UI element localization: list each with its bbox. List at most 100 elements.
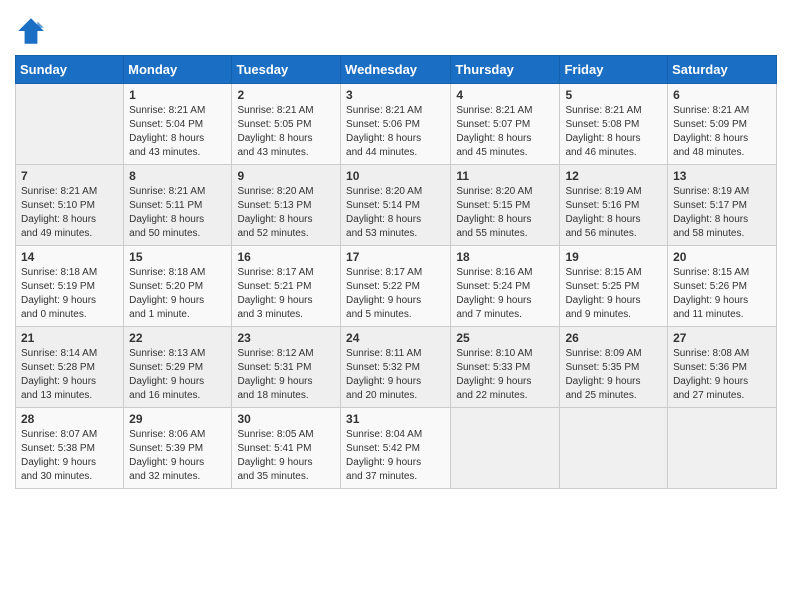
calendar-cell: 26Sunrise: 8:09 AMSunset: 5:35 PMDayligh… (560, 327, 668, 408)
calendar-cell: 9 Sunrise: 8:20 AMSunset: 5:13 PMDaylight… (232, 165, 341, 246)
calendar-cell: 4 Sunrise: 8:21 AMSunset: 5:07 PMDaylight… (451, 84, 560, 165)
day-info: Sunrise: 8:11 AMSunset: 5:32 PMDaylight:… (346, 347, 445, 403)
day-info: Sunrise: 8:20 AMSunset: 5:14 PMDaylight:… (346, 185, 445, 241)
calendar-table: SundayMondayTuesdayWednesdayThursdayFrid… (15, 55, 777, 489)
calendar-cell (668, 408, 777, 489)
header (15, 10, 777, 47)
day-number: 8 (129, 169, 226, 183)
day-number: 2 (237, 88, 335, 102)
day-number: 16 (237, 250, 335, 264)
calendar-header-monday: Monday (124, 56, 232, 84)
day-number: 3 (346, 88, 445, 102)
day-info: Sunrise: 8:21 AMSunset: 5:11 PMDaylight:… (129, 185, 226, 241)
day-number: 14 (21, 250, 118, 264)
day-info: Sunrise: 8:07 AMSunset: 5:38 PMDaylight:… (21, 428, 118, 484)
day-number: 28 (21, 412, 118, 426)
day-number: 5 (565, 88, 662, 102)
calendar-header-row: SundayMondayTuesdayWednesdayThursdayFrid… (16, 56, 777, 84)
day-number: 18 (456, 250, 554, 264)
calendar-cell: 28 Sunrise: 8:07 AMSunset: 5:38 PMDayligh… (16, 408, 124, 489)
day-info: Sunrise: 8:15 AMSunset: 5:26 PMDaylight:… (673, 266, 771, 322)
calendar-cell: 3Sunrise: 8:21 AMSunset: 5:06 PMDaylight… (341, 84, 451, 165)
day-number: 20 (673, 250, 771, 264)
day-number: 11 (456, 169, 554, 183)
day-info: Sunrise: 8:19 AMSunset: 5:17 PMDaylight:… (673, 185, 771, 241)
calendar-header-wednesday: Wednesday (341, 56, 451, 84)
day-number: 21 (21, 331, 118, 345)
calendar-cell (16, 84, 124, 165)
day-number: 6 (673, 88, 771, 102)
day-info: Sunrise: 8:10 AMSunset: 5:33 PMDaylight:… (456, 347, 554, 403)
calendar-week-row: 21 Sunrise: 8:14 AMSunset: 5:28 PMDayligh… (16, 327, 777, 408)
day-number: 13 (673, 169, 771, 183)
day-number: 7 (21, 169, 118, 183)
calendar-week-row: 7 Sunrise: 8:21 AMSunset: 5:10 PMDaylight… (16, 165, 777, 246)
day-info: Sunrise: 8:19 AMSunset: 5:16 PMDaylight:… (565, 185, 662, 241)
day-number: 29 (129, 412, 226, 426)
calendar-header-thursday: Thursday (451, 56, 560, 84)
calendar-cell (560, 408, 668, 489)
calendar-cell: 22Sunrise: 8:13 AMSunset: 5:29 PMDayligh… (124, 327, 232, 408)
calendar-cell: 10 Sunrise: 8:20 AMSunset: 5:14 PMDayligh… (341, 165, 451, 246)
calendar-week-row: 1 Sunrise: 8:21 AMSunset: 5:04 PMDaylight… (16, 84, 777, 165)
day-number: 23 (237, 331, 335, 345)
day-number: 15 (129, 250, 226, 264)
day-number: 1 (129, 88, 226, 102)
calendar-header-friday: Friday (560, 56, 668, 84)
calendar-cell: 5 Sunrise: 8:21 AMSunset: 5:08 PMDaylight… (560, 84, 668, 165)
day-info: Sunrise: 8:21 AMSunset: 5:05 PMDaylight:… (237, 104, 335, 160)
calendar-cell: 29 Sunrise: 8:06 AMSunset: 5:39 PMDayligh… (124, 408, 232, 489)
day-number: 25 (456, 331, 554, 345)
day-info: Sunrise: 8:04 AMSunset: 5:42 PMDaylight:… (346, 428, 445, 484)
calendar-cell: 13 Sunrise: 8:19 AMSunset: 5:17 PMDayligh… (668, 165, 777, 246)
calendar-week-row: 14 Sunrise: 8:18 AMSunset: 5:19 PMDayligh… (16, 246, 777, 327)
day-info: Sunrise: 8:20 AMSunset: 5:15 PMDaylight:… (456, 185, 554, 241)
day-info: Sunrise: 8:17 AMSunset: 5:22 PMDaylight:… (346, 266, 445, 322)
calendar-cell: 30 Sunrise: 8:05 AMSunset: 5:41 PMDayligh… (232, 408, 341, 489)
day-number: 10 (346, 169, 445, 183)
calendar-header-tuesday: Tuesday (232, 56, 341, 84)
calendar-cell: 20 Sunrise: 8:15 AMSunset: 5:26 PMDayligh… (668, 246, 777, 327)
calendar-cell: 19Sunrise: 8:15 AMSunset: 5:25 PMDayligh… (560, 246, 668, 327)
calendar-cell: 25 Sunrise: 8:10 AMSunset: 5:33 PMDayligh… (451, 327, 560, 408)
day-info: Sunrise: 8:05 AMSunset: 5:41 PMDaylight:… (237, 428, 335, 484)
day-info: Sunrise: 8:21 AMSunset: 5:04 PMDaylight:… (129, 104, 226, 160)
day-info: Sunrise: 8:21 AMSunset: 5:09 PMDaylight:… (673, 104, 771, 160)
page: SundayMondayTuesdayWednesdayThursdayFrid… (0, 0, 792, 612)
day-number: 4 (456, 88, 554, 102)
day-info: Sunrise: 8:06 AMSunset: 5:39 PMDaylight:… (129, 428, 226, 484)
calendar-cell: 17Sunrise: 8:17 AMSunset: 5:22 PMDayligh… (341, 246, 451, 327)
calendar-cell: 7 Sunrise: 8:21 AMSunset: 5:10 PMDaylight… (16, 165, 124, 246)
day-info: Sunrise: 8:13 AMSunset: 5:29 PMDaylight:… (129, 347, 226, 403)
day-info: Sunrise: 8:20 AMSunset: 5:13 PMDaylight:… (237, 185, 335, 241)
day-info: Sunrise: 8:21 AMSunset: 5:07 PMDaylight:… (456, 104, 554, 160)
calendar-cell: 12 Sunrise: 8:19 AMSunset: 5:16 PMDayligh… (560, 165, 668, 246)
calendar-cell: 11 Sunrise: 8:20 AMSunset: 5:15 PMDayligh… (451, 165, 560, 246)
calendar-cell: 2 Sunrise: 8:21 AMSunset: 5:05 PMDaylight… (232, 84, 341, 165)
day-info: Sunrise: 8:08 AMSunset: 5:36 PMDaylight:… (673, 347, 771, 403)
calendar-cell: 8 Sunrise: 8:21 AMSunset: 5:11 PMDaylight… (124, 165, 232, 246)
day-info: Sunrise: 8:14 AMSunset: 5:28 PMDaylight:… (21, 347, 118, 403)
calendar-cell: 24Sunrise: 8:11 AMSunset: 5:32 PMDayligh… (341, 327, 451, 408)
calendar-cell (451, 408, 560, 489)
calendar-cell: 14 Sunrise: 8:18 AMSunset: 5:19 PMDayligh… (16, 246, 124, 327)
calendar-cell: 6 Sunrise: 8:21 AMSunset: 5:09 PMDaylight… (668, 84, 777, 165)
day-number: 9 (237, 169, 335, 183)
day-info: Sunrise: 8:18 AMSunset: 5:20 PMDaylight:… (129, 266, 226, 322)
day-info: Sunrise: 8:21 AMSunset: 5:10 PMDaylight:… (21, 185, 118, 241)
calendar-header-saturday: Saturday (668, 56, 777, 84)
day-info: Sunrise: 8:18 AMSunset: 5:19 PMDaylight:… (21, 266, 118, 322)
calendar-cell: 27 Sunrise: 8:08 AMSunset: 5:36 PMDayligh… (668, 327, 777, 408)
logo (15, 15, 49, 47)
day-number: 27 (673, 331, 771, 345)
day-number: 12 (565, 169, 662, 183)
calendar-cell: 16Sunrise: 8:17 AMSunset: 5:21 PMDayligh… (232, 246, 341, 327)
logo-icon (15, 15, 47, 47)
day-number: 19 (565, 250, 662, 264)
calendar-cell: 15 Sunrise: 8:18 AMSunset: 5:20 PMDayligh… (124, 246, 232, 327)
day-info: Sunrise: 8:21 AMSunset: 5:08 PMDaylight:… (565, 104, 662, 160)
day-number: 30 (237, 412, 335, 426)
calendar-cell: 1 Sunrise: 8:21 AMSunset: 5:04 PMDaylight… (124, 84, 232, 165)
day-number: 26 (565, 331, 662, 345)
calendar-cell: 18Sunrise: 8:16 AMSunset: 5:24 PMDayligh… (451, 246, 560, 327)
